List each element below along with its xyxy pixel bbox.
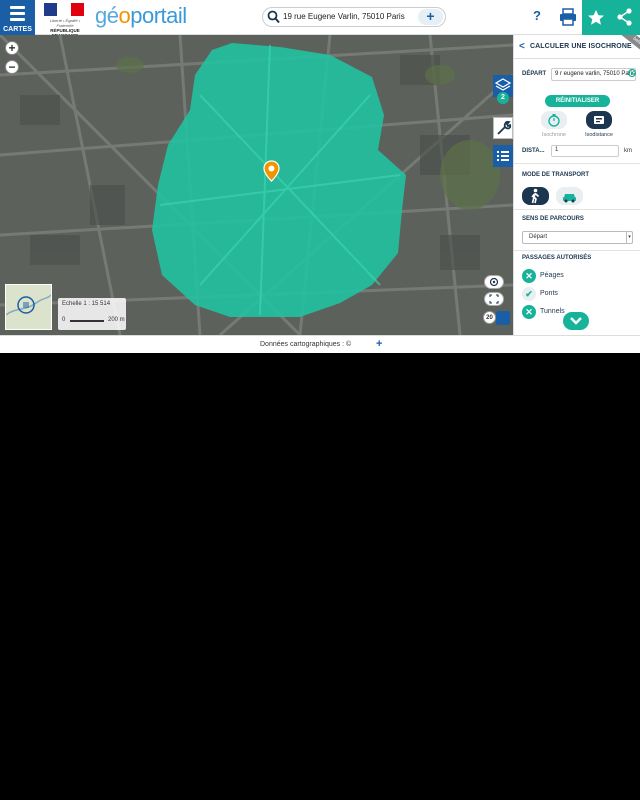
legend-button[interactable] bbox=[493, 145, 513, 167]
footer-bar: Données cartographiques : © + bbox=[0, 335, 640, 353]
aerial-imagery bbox=[0, 35, 513, 335]
passage-label: Tunnels bbox=[540, 308, 565, 315]
target-icon[interactable] bbox=[627, 68, 637, 78]
scale-start: 0 bbox=[62, 317, 66, 323]
search-input[interactable]: 19 rue Eugene Varlin, 75010 Paris bbox=[283, 12, 405, 21]
stopwatch-icon bbox=[548, 114, 560, 127]
depart-label: DÉPART bbox=[522, 71, 547, 77]
rf-motto: Liberté • Égalité • Fraternité bbox=[49, 18, 81, 28]
share-button[interactable] bbox=[610, 0, 640, 35]
hamburger-icon bbox=[10, 6, 25, 24]
geoportail-app: CARTES Liberté • Égalité • Fraternité RÉ… bbox=[0, 0, 640, 353]
isochrone-mode-button[interactable] bbox=[541, 111, 567, 129]
panel-header: < CALCULER UNE ISOCHRONE beta bbox=[514, 35, 640, 59]
print-icon[interactable] bbox=[558, 8, 578, 26]
year-badge: 20 bbox=[483, 311, 496, 324]
sens-selected-value: Départ bbox=[529, 234, 548, 240]
view-3d-toggle[interactable]: 20 bbox=[483, 311, 511, 325]
divider bbox=[514, 250, 640, 251]
overview-minimap[interactable] bbox=[5, 284, 52, 330]
tools-button[interactable] bbox=[493, 117, 513, 139]
crosshair-icon bbox=[489, 277, 499, 287]
share-icon bbox=[617, 8, 632, 26]
passage-label: Ponts bbox=[540, 290, 558, 297]
distance-label: DISTA... bbox=[522, 148, 545, 154]
3d-icon bbox=[496, 311, 510, 325]
divider bbox=[514, 209, 640, 210]
zoom-out-button[interactable]: − bbox=[5, 60, 19, 74]
excluded-x-icon: ✕ bbox=[522, 305, 536, 319]
isodistance-mode-label: Isodistance bbox=[585, 132, 613, 138]
search-bar[interactable]: 19 rue Eugene Varlin, 75010 Paris + bbox=[262, 7, 446, 27]
scroll-down-button[interactable] bbox=[563, 312, 589, 330]
isochrone-mode-label: Isochrone bbox=[541, 132, 567, 138]
add-search-button[interactable]: + bbox=[418, 9, 443, 25]
scale-indicator: Echelle 1 : 15 514 0 200 m bbox=[58, 298, 126, 330]
scale-bar bbox=[70, 320, 104, 322]
distance-unit: km bbox=[624, 148, 632, 154]
search-icon[interactable] bbox=[267, 10, 280, 24]
list-icon bbox=[497, 151, 509, 161]
attribution-expand-button[interactable]: + bbox=[376, 338, 382, 350]
brand-part-3: portail bbox=[130, 3, 187, 28]
layer-count-badge: 2 bbox=[497, 92, 509, 104]
wrench-icon bbox=[497, 120, 512, 135]
republique-francaise-logo[interactable]: Liberté • Égalité • Fraternité RÉPUBLIQU… bbox=[42, 3, 88, 38]
car-icon bbox=[563, 194, 576, 203]
passage-ponts[interactable]: ✔ Ponts bbox=[522, 287, 632, 301]
help-button[interactable]: ? bbox=[533, 8, 541, 23]
fullscreen-icon bbox=[489, 294, 499, 304]
passage-label: Péages bbox=[540, 272, 564, 279]
passage-peages[interactable]: ✕ Péages bbox=[522, 269, 632, 283]
check-icon: ✔ bbox=[522, 287, 536, 301]
car-mode-button[interactable] bbox=[556, 187, 583, 205]
chevron-down-icon bbox=[570, 317, 582, 325]
excluded-x-icon: ✕ bbox=[522, 269, 536, 283]
divider bbox=[514, 163, 640, 164]
scale-end: 200 m bbox=[108, 317, 125, 323]
sens-label: SENS DE PARCOURS bbox=[522, 216, 584, 222]
distance-input[interactable]: 1 bbox=[551, 145, 619, 157]
pedestrian-icon bbox=[531, 188, 540, 204]
map-tools-strip: 2 bbox=[493, 75, 513, 167]
maps-menu-label: CARTES bbox=[3, 26, 32, 33]
scale-ratio: Echelle 1 : 15 514 bbox=[62, 301, 111, 307]
star-icon bbox=[588, 10, 604, 25]
favorites-button[interactable] bbox=[582, 0, 610, 35]
geoportail-logo[interactable]: géoportail bbox=[95, 3, 187, 29]
isodistance-mode-button[interactable] bbox=[586, 111, 612, 129]
chevron-down-icon: ▾ bbox=[626, 232, 632, 243]
brand-part-2: o bbox=[118, 3, 131, 28]
french-flag-icon bbox=[44, 3, 84, 16]
maps-menu-button[interactable]: CARTES bbox=[0, 0, 35, 35]
fullscreen-button[interactable] bbox=[484, 292, 504, 306]
panel-title: CALCULER UNE ISOCHRONE bbox=[530, 43, 632, 50]
distance-sign-icon bbox=[594, 116, 604, 124]
zoom-in-button[interactable]: + bbox=[5, 41, 19, 55]
reset-button[interactable]: RÉINITIALISER bbox=[545, 95, 610, 107]
map-view[interactable]: + − Echelle 1 : 15 514 0 200 m 20 2 bbox=[0, 35, 513, 335]
depart-input[interactable]: 9 r eugene varlin, 75010 Paris bbox=[551, 68, 636, 81]
sens-select[interactable]: Départ ▾ bbox=[522, 231, 633, 244]
geolocate-button[interactable] bbox=[484, 275, 504, 289]
location-marker-icon[interactable] bbox=[263, 160, 280, 182]
top-bar: CARTES Liberté • Égalité • Fraternité RÉ… bbox=[0, 0, 640, 38]
minimap-image bbox=[5, 285, 52, 329]
transport-label: MODE DE TRANSPORT bbox=[522, 172, 590, 178]
passages-label: PASSAGES AUTORISÉS bbox=[522, 255, 592, 261]
isochrone-panel: < CALCULER UNE ISOCHRONE beta DÉPART 9 r… bbox=[513, 35, 640, 335]
back-chevron-icon[interactable]: < bbox=[519, 41, 525, 52]
walk-mode-button[interactable] bbox=[522, 187, 549, 205]
attribution-text: Données cartographiques : © bbox=[260, 341, 352, 348]
brand-part-1: gé bbox=[95, 3, 119, 28]
